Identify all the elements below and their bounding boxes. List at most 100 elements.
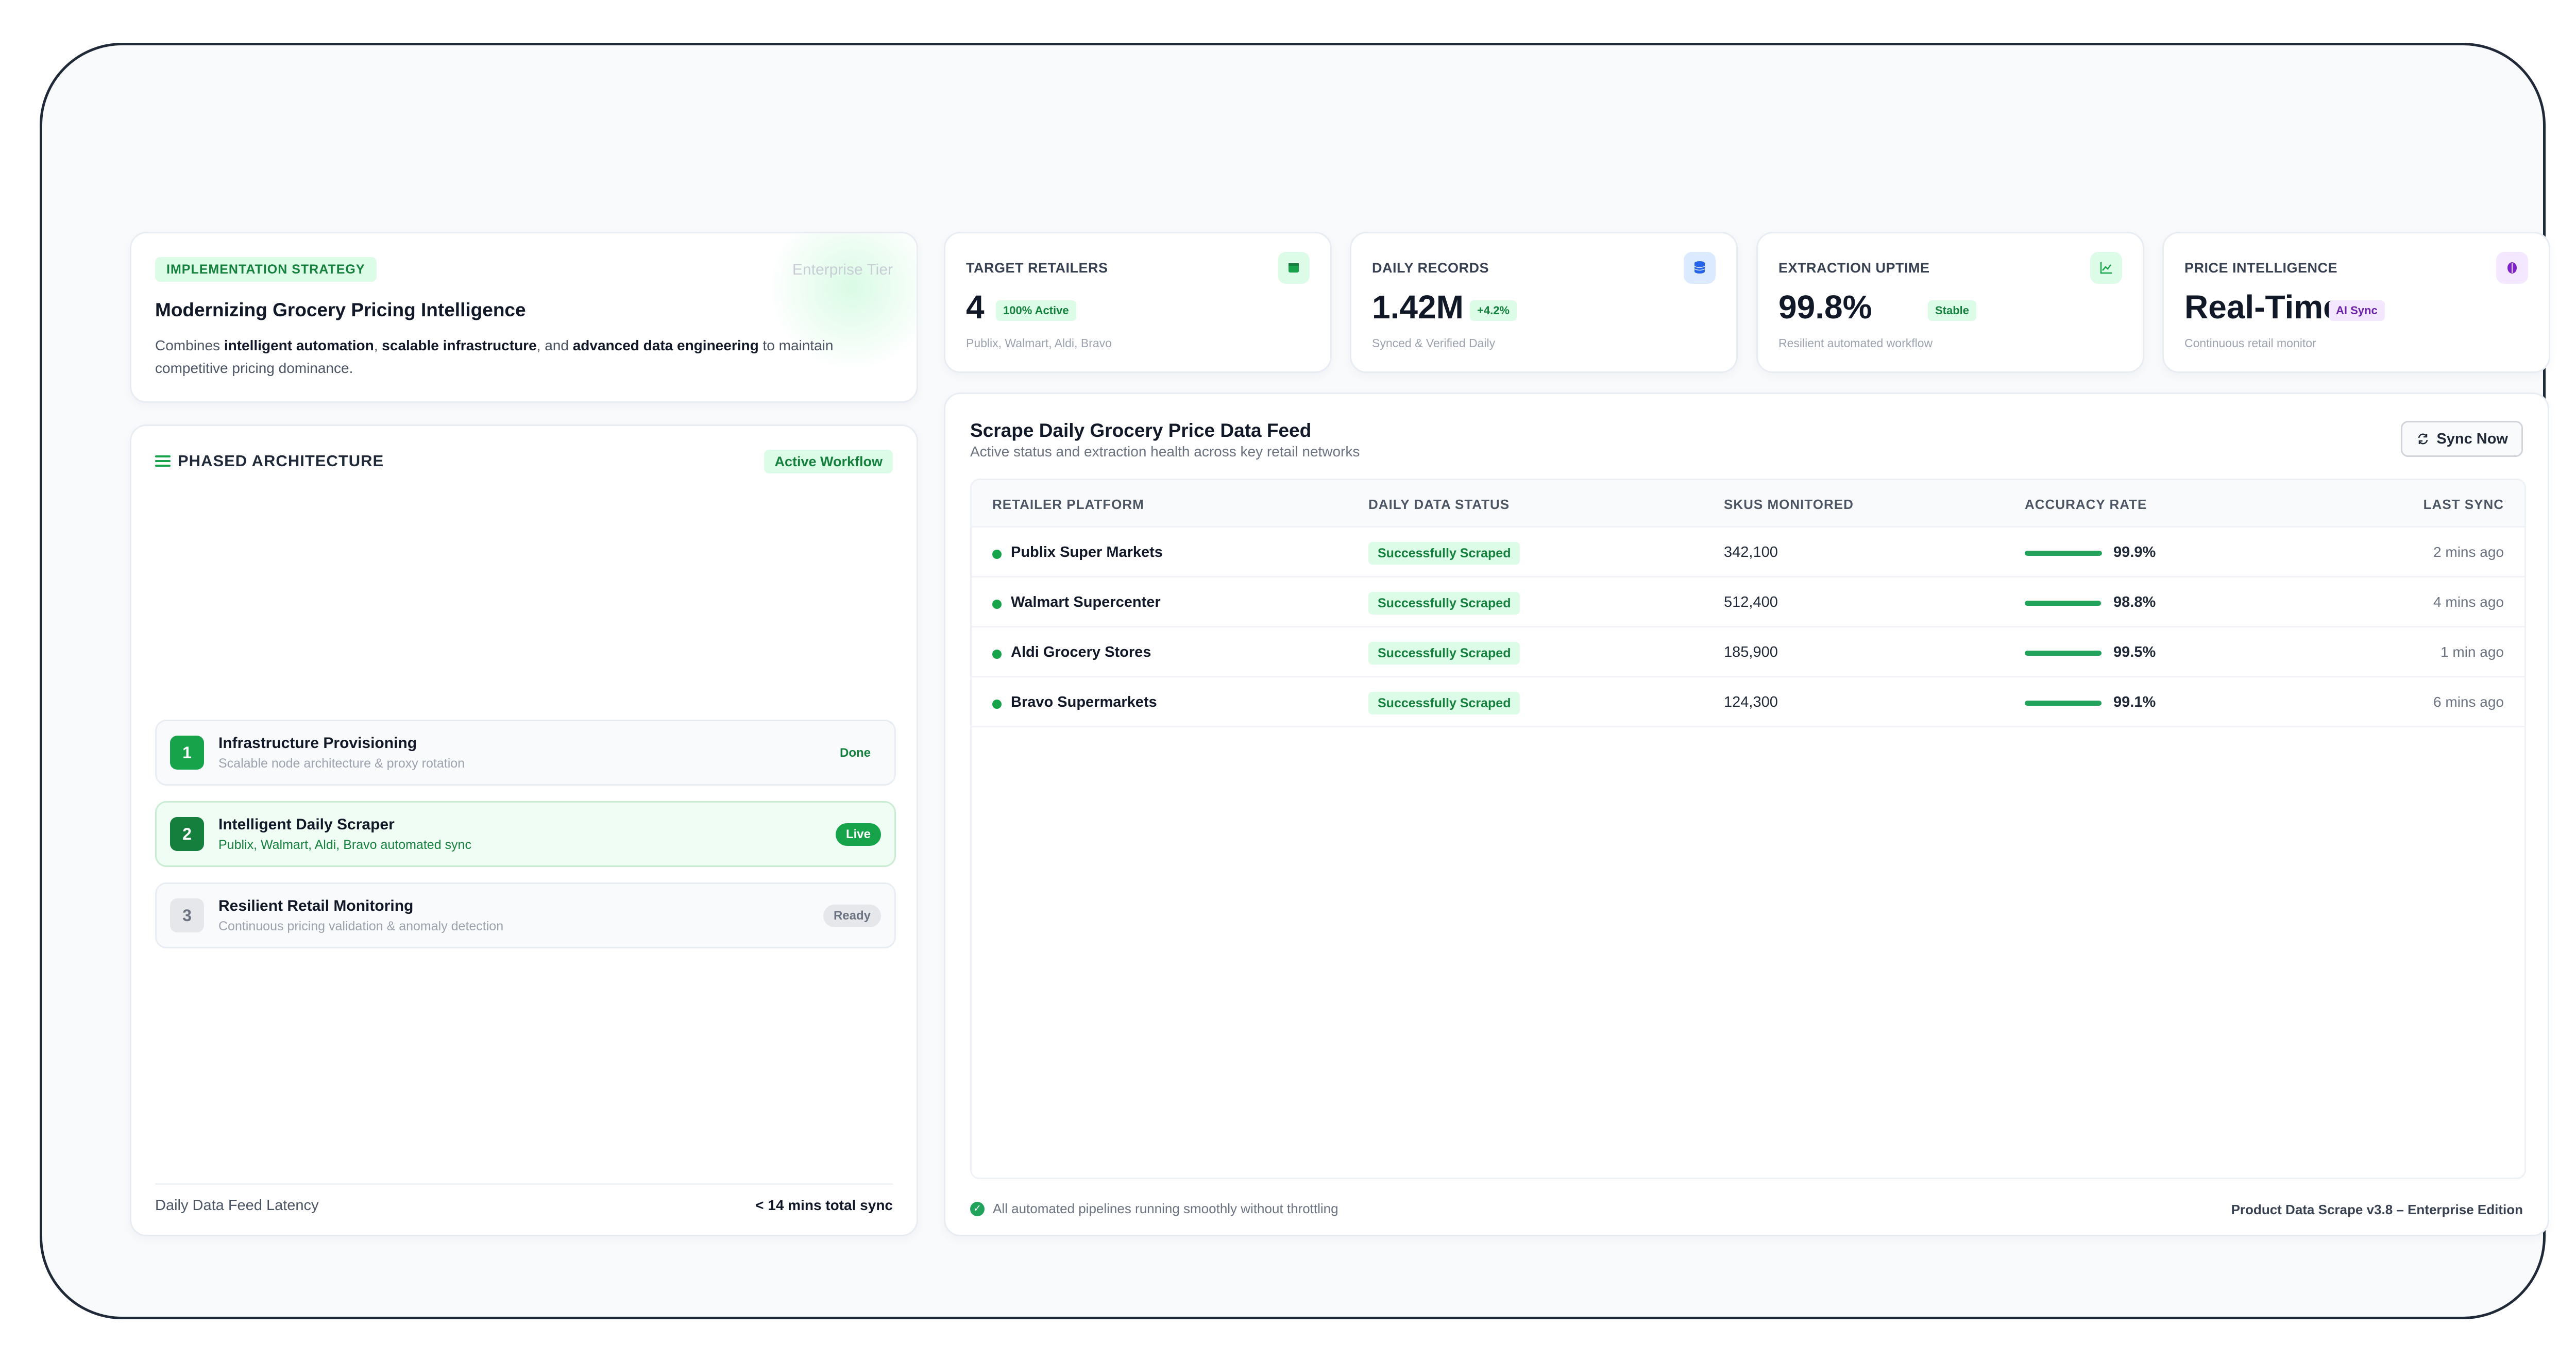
table-row[interactable]: Aldi Grocery Stores Successfully Scraped… bbox=[972, 627, 2524, 677]
kpi-label: DAILY RECORDS bbox=[1372, 260, 1489, 276]
status-badge: Successfully Scraped bbox=[1368, 592, 1520, 615]
column-header[interactable]: RETAILER PLATFORM bbox=[992, 497, 1144, 513]
architecture-header: PHASED ARCHITECTURE bbox=[155, 452, 384, 470]
sync-now-button[interactable]: Sync Now bbox=[2401, 421, 2523, 457]
kpi-label: TARGET RETAILERS bbox=[966, 260, 1108, 276]
kpi-value: 1.42M bbox=[1372, 288, 1464, 326]
latency-row: Daily Data Feed Latency < 14 mins total … bbox=[155, 1183, 893, 1214]
status-badge: Successfully Scraped bbox=[1368, 692, 1520, 714]
phase-title: Infrastructure Provisioning bbox=[218, 735, 417, 752]
column-header[interactable]: ACCURACY RATE bbox=[2025, 497, 2147, 513]
architecture-card: PHASED ARCHITECTURE Active Workflow 1 In… bbox=[130, 424, 918, 1236]
kpi-label: PRICE INTELLIGENCE bbox=[2184, 260, 2338, 276]
phase-status-badge: Ready bbox=[823, 905, 881, 927]
kpi-price-intelligence: PRICE INTELLIGENCE Real-Time AI Sync Con… bbox=[2162, 232, 2550, 373]
skus-value: 342,100 bbox=[1724, 544, 1778, 560]
app-frame: IMPLEMENTATION STRATEGY Enterprise Tier … bbox=[40, 43, 2550, 1319]
list-icon bbox=[155, 453, 171, 469]
phase-subtitle: Publix, Walmart, Aldi, Bravo automated s… bbox=[218, 838, 471, 852]
accuracy-bar-fill bbox=[2025, 651, 2102, 656]
kpi-badge: +4.2% bbox=[1470, 300, 1517, 321]
architecture-title: PHASED ARCHITECTURE bbox=[178, 452, 384, 470]
brain-icon bbox=[2496, 252, 2528, 284]
kpi-target-retailers: TARGET RETAILERS 4 100% Active Publix, W… bbox=[944, 232, 1332, 373]
last-sync: 4 mins ago bbox=[2433, 594, 2504, 610]
strategy-title: Modernizing Grocery Pricing Intelligence bbox=[155, 299, 526, 320]
strategy-card: IMPLEMENTATION STRATEGY Enterprise Tier … bbox=[130, 232, 918, 403]
phase-subtitle: Scalable node architecture & proxy rotat… bbox=[218, 756, 465, 771]
accuracy-value: 99.9% bbox=[2113, 544, 2156, 560]
accuracy-bar-fill bbox=[2025, 701, 2102, 706]
retailer-name: Aldi Grocery Stores bbox=[1011, 644, 1151, 660]
strategy-description: Combines intelligent automation, scalabl… bbox=[155, 337, 834, 376]
kpi-value: 4 bbox=[966, 288, 985, 326]
status-dot bbox=[992, 650, 1002, 659]
feed-subtitle: Active status and extraction health acro… bbox=[970, 444, 1360, 460]
phase-subtitle: Continuous pricing validation & anomaly … bbox=[218, 919, 504, 933]
latency-label: Daily Data Feed Latency bbox=[155, 1197, 319, 1214]
kpi-subtext: Publix, Walmart, Aldi, Bravo bbox=[966, 336, 1112, 350]
column-header[interactable]: SKUS MONITORED bbox=[1724, 497, 1854, 513]
accuracy-bar bbox=[2025, 701, 2102, 706]
pipeline-status: ✓ All automated pipelines running smooth… bbox=[970, 1201, 1338, 1217]
phase-title: Intelligent Daily Scraper bbox=[218, 816, 395, 833]
table-row[interactable]: Walmart Supercenter Successfully Scraped… bbox=[972, 577, 2524, 627]
retailer-name: Walmart Supercenter bbox=[1011, 594, 1161, 610]
latency-value: < 14 mins total sync bbox=[755, 1197, 893, 1213]
kpi-daily-records: DAILY RECORDS 1.42M +4.2% Synced & Verif… bbox=[1350, 232, 1738, 373]
strategy-tag: IMPLEMENTATION STRATEGY bbox=[155, 257, 377, 282]
kpi-value: 99.8% bbox=[1778, 288, 1872, 326]
last-sync: 1 min ago bbox=[2441, 644, 2504, 660]
status-badge: Successfully Scraped bbox=[1368, 642, 1520, 665]
accuracy-value: 99.5% bbox=[2113, 644, 2156, 660]
store-icon bbox=[1278, 252, 1310, 284]
skus-value: 124,300 bbox=[1724, 694, 1778, 710]
accuracy-bar-fill bbox=[2025, 601, 2102, 606]
accuracy-bar bbox=[2025, 651, 2102, 656]
column-header[interactable]: DAILY DATA STATUS bbox=[1368, 497, 1510, 513]
last-sync: 6 mins ago bbox=[2433, 694, 2504, 710]
phase-title: Resilient Retail Monitoring bbox=[218, 897, 414, 914]
kpi-subtext: Resilient automated workflow bbox=[1778, 336, 1933, 350]
kpi-badge: Stable bbox=[1928, 300, 1977, 321]
status-badge: Successfully Scraped bbox=[1368, 542, 1520, 565]
retailer-table: RETAILER PLATFORM DAILY DATA STATUS SKUS… bbox=[970, 479, 2526, 1179]
kpi-subtext: Synced & Verified Daily bbox=[1372, 336, 1496, 350]
refresh-icon bbox=[2418, 433, 2428, 445]
kpi-extraction-uptime: EXTRACTION UPTIME 99.8% Stable Resilient… bbox=[1756, 232, 2144, 373]
kpi-label: EXTRACTION UPTIME bbox=[1778, 260, 1930, 276]
status-dot bbox=[992, 700, 1002, 709]
status-dot bbox=[992, 550, 1002, 559]
accuracy-bar bbox=[2025, 551, 2102, 556]
table-row[interactable]: Bravo Supermarkets Successfully Scraped … bbox=[972, 677, 2524, 727]
pipeline-status-text: All automated pipelines running smoothly… bbox=[993, 1201, 1338, 1216]
kpi-badge: 100% Active bbox=[996, 300, 1076, 321]
accuracy-value: 98.8% bbox=[2113, 594, 2156, 610]
phase-status-badge: Done bbox=[840, 746, 871, 760]
table-row[interactable]: Publix Super Markets Successfully Scrape… bbox=[972, 528, 2524, 577]
phase-item-1[interactable]: 1 Infrastructure Provisioning Scalable n… bbox=[155, 720, 896, 786]
accuracy-value: 99.1% bbox=[2113, 694, 2156, 710]
kpi-badge: AI Sync bbox=[2329, 300, 2385, 321]
phase-number: 2 bbox=[170, 817, 204, 851]
column-header[interactable]: LAST SYNC bbox=[2424, 497, 2504, 513]
retailer-name: Bravo Supermarkets bbox=[1011, 694, 1157, 710]
retailer-name: Publix Super Markets bbox=[1011, 544, 1163, 560]
check-circle-icon: ✓ bbox=[970, 1201, 985, 1216]
chart-line-icon bbox=[2090, 252, 2122, 284]
data-feed-card: Scrape Daily Grocery Price Data Feed Act… bbox=[944, 393, 2549, 1236]
version-label: Product Data Scrape v3.8 – Enterprise Ed… bbox=[2231, 1202, 2523, 1217]
kpi-value: Real-Time bbox=[2184, 288, 2342, 326]
phase-item-2[interactable]: 2 Intelligent Daily Scraper Publix, Walm… bbox=[155, 801, 896, 867]
table-header: RETAILER PLATFORM DAILY DATA STATUS SKUS… bbox=[972, 480, 2524, 528]
phase-status-badge: Live bbox=[835, 823, 881, 846]
phase-item-3[interactable]: 3 Resilient Retail Monitoring Continuous… bbox=[155, 882, 896, 948]
phase-number: 1 bbox=[170, 736, 204, 770]
sync-now-label: Sync Now bbox=[2436, 430, 2508, 447]
database-icon bbox=[1684, 252, 1716, 284]
accuracy-bar bbox=[2025, 601, 2102, 606]
tier-label: Enterprise Tier bbox=[792, 261, 893, 278]
status-dot bbox=[992, 600, 1002, 609]
skus-value: 512,400 bbox=[1724, 594, 1778, 610]
feed-title: Scrape Daily Grocery Price Data Feed bbox=[970, 420, 1312, 441]
